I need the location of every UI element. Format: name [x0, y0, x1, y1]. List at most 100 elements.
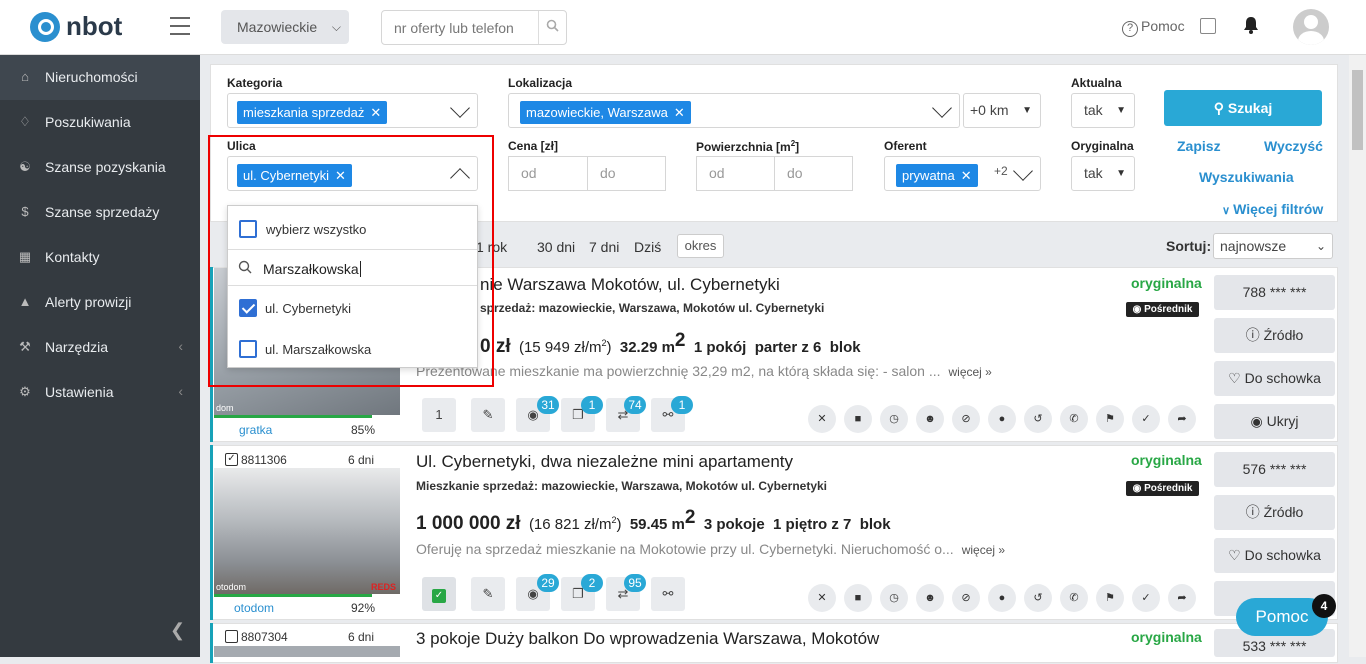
listing-title[interactable]: Ul. Cybernetyki, dwa niezależne mini apa… — [416, 452, 793, 472]
listing-source[interactable]: gratka — [239, 423, 272, 437]
period-30-dni[interactable]: 30 dni — [537, 239, 575, 255]
ban-icon[interactable]: ⊘ — [952, 405, 980, 433]
check-icon[interactable]: ✓ — [1132, 405, 1160, 433]
undo-icon[interactable]: ↺ — [1024, 584, 1052, 612]
period-7-dni[interactable]: 7 dni — [589, 239, 619, 255]
bell-icon[interactable] — [1243, 16, 1259, 39]
sort-label: Sortuj: — [1166, 238, 1212, 254]
select-checkbox[interactable] — [225, 630, 238, 643]
count-badge: 29 — [537, 574, 559, 592]
share-icon[interactable]: ➦ — [1168, 405, 1196, 433]
select-checkbox[interactable]: ✓ — [225, 453, 238, 466]
phone-button[interactable]: 576 *** *** — [1214, 452, 1335, 487]
favorite-button[interactable]: ♡ Do schowka — [1214, 538, 1335, 573]
oferent-tag[interactable]: prywatna ✕ — [896, 164, 978, 187]
phone-icon[interactable]: ✆ — [1060, 405, 1088, 433]
close-icon[interactable]: ✕ — [808, 584, 836, 612]
more-link[interactable]: więcej » — [949, 365, 992, 379]
calendar-icon[interactable] — [1200, 18, 1216, 34]
search-button[interactable]: ⚲ Szukaj — [1164, 90, 1322, 126]
flag-icon[interactable]: ⚑ — [1096, 405, 1124, 433]
scrollbar-thumb[interactable] — [1352, 70, 1363, 150]
count-box[interactable]: 1 — [422, 398, 456, 432]
sort-select[interactable]: najnowsze ⌄ — [1213, 233, 1333, 259]
period-dzis[interactable]: Dziś — [634, 239, 661, 255]
lock-icon[interactable]: ■ — [844, 405, 872, 433]
sidebar-item-poszukiwania[interactable]: ♢ Poszukiwania — [0, 100, 200, 145]
checked-box[interactable]: ✓ — [422, 577, 456, 611]
oryginalna-select[interactable]: tak ▼ — [1071, 156, 1135, 191]
ban-icon[interactable]: ⊘ — [952, 584, 980, 612]
edit-icon[interactable]: ✎ — [471, 577, 505, 611]
sidebar-item-szanse-sprzedazy[interactable]: $ Szanse sprzedaży — [0, 190, 200, 235]
more-link[interactable]: więcej » — [962, 543, 1005, 557]
listing-title[interactable]: 3 pokoje Duży balkon Do wprowadzenia War… — [416, 629, 879, 649]
share-icon[interactable]: ➦ — [1168, 584, 1196, 612]
user-avatar[interactable] — [1293, 9, 1329, 45]
clock-icon[interactable]: ◷ — [880, 584, 908, 612]
sidebar-item-szanse-pozyskania[interactable]: ☯ Szanse pozyskania — [0, 145, 200, 190]
close-icon[interactable]: ✕ — [808, 405, 836, 433]
remove-tag-icon[interactable]: ✕ — [674, 105, 685, 120]
user-icon[interactable]: ● — [988, 584, 1016, 612]
flag-icon[interactable]: ⚑ — [1096, 584, 1124, 612]
radius-select[interactable]: +0 km ▼ — [963, 93, 1041, 128]
user-icon[interactable]: ● — [988, 405, 1016, 433]
user-x-icon[interactable]: ☻ — [916, 405, 944, 433]
clock-icon[interactable]: ◷ — [880, 405, 908, 433]
saved-searches-link[interactable]: Wyszukiwania — [1199, 169, 1294, 185]
lock-icon[interactable]: ■ — [844, 584, 872, 612]
listing-photo[interactable]: otodom REDS — [214, 468, 400, 594]
kategoria-label: Kategoria — [227, 76, 283, 90]
area-from-input[interactable]: od — [696, 156, 775, 191]
search-input[interactable]: nr oferty lub telefon — [381, 10, 567, 45]
help-link[interactable]: ? Pomoc — [1122, 18, 1185, 37]
aktualna-select[interactable]: tak ▼ — [1071, 93, 1135, 128]
sidebar-item-narzedzia[interactable]: ⚒ Narzędzia ‹ — [0, 325, 200, 370]
unlink-icon[interactable]: ⚯ — [651, 577, 685, 611]
source-button[interactable]: ⓘ Źródło — [1214, 318, 1335, 353]
region-select[interactable]: Mazowieckie ⌵ — [221, 10, 349, 44]
listing-desc-text: Prezentowane mieszkanie ma powierzchnię … — [416, 363, 941, 379]
aktualna-value: tak — [1084, 102, 1103, 118]
sidebar-item-label: Alerty prowizji — [45, 294, 132, 310]
listing-source[interactable]: otodom — [234, 601, 274, 615]
undo-icon[interactable]: ↺ — [1024, 405, 1052, 433]
remove-tag-icon[interactable]: ✕ — [370, 105, 381, 120]
search-icon[interactable] — [538, 11, 566, 44]
nbot-logo[interactable]: nbot — [28, 10, 138, 44]
user-x-icon[interactable]: ☻ — [916, 584, 944, 612]
logo-magnifier-icon — [30, 12, 60, 42]
source-button[interactable]: ⓘ Źródło — [1214, 495, 1335, 530]
remove-tag-icon[interactable]: ✕ — [961, 168, 972, 183]
listing-title[interactable]: nie Warszawa Mokotów, ul. Cybernetyki — [480, 275, 780, 295]
page-scrollbar[interactable] — [1349, 55, 1366, 657]
price-from-input[interactable]: od — [508, 156, 588, 191]
phone-button[interactable]: 788 *** *** — [1214, 275, 1335, 310]
sidebar-item-ustawienia[interactable]: ⚙ Ustawienia ‹ — [0, 370, 200, 415]
listing-match-pct: 92% — [351, 601, 376, 615]
save-search-link[interactable]: Zapisz — [1177, 138, 1221, 154]
area-to-input[interactable]: do — [774, 156, 853, 191]
clear-link[interactable]: Wyczyść — [1264, 138, 1323, 154]
sidebar-item-kontakty[interactable]: ▦ Kontakty — [0, 235, 200, 280]
listing-photo[interactable] — [214, 646, 400, 657]
sidebar-item-nieruchomosci[interactable]: ⌂ Nieruchomości — [0, 55, 200, 100]
kategoria-select[interactable]: mieszkania sprzedaż ✕ — [227, 93, 478, 128]
highlight-box — [208, 135, 494, 387]
phone-icon[interactable]: ✆ — [1060, 584, 1088, 612]
oferent-select[interactable]: prywatna ✕ +2 — [884, 156, 1041, 191]
hide-button[interactable]: ◉ Ukryj — [1214, 404, 1335, 439]
kategoria-tag[interactable]: mieszkania sprzedaż ✕ — [237, 101, 388, 124]
hamburger-menu-icon[interactable] — [170, 17, 190, 35]
price-to-input[interactable]: do — [587, 156, 666, 191]
check-icon[interactable]: ✓ — [1132, 584, 1160, 612]
edit-icon[interactable]: ✎ — [471, 398, 505, 432]
period-custom-button[interactable]: okres — [677, 234, 724, 258]
lokalizacja-select[interactable]: mazowieckie, Warszawa ✕ — [508, 93, 960, 128]
favorite-button[interactable]: ♡ Do schowka — [1214, 361, 1335, 396]
more-filters-link[interactable]: ∨ Więcej filtrów — [1222, 201, 1323, 217]
collapse-sidebar-icon[interactable]: ❮ — [170, 620, 185, 641]
lokalizacja-tag[interactable]: mazowieckie, Warszawa ✕ — [520, 101, 691, 124]
sidebar-item-alerty-prowizji[interactable]: ▲ Alerty prowizji — [0, 280, 200, 325]
